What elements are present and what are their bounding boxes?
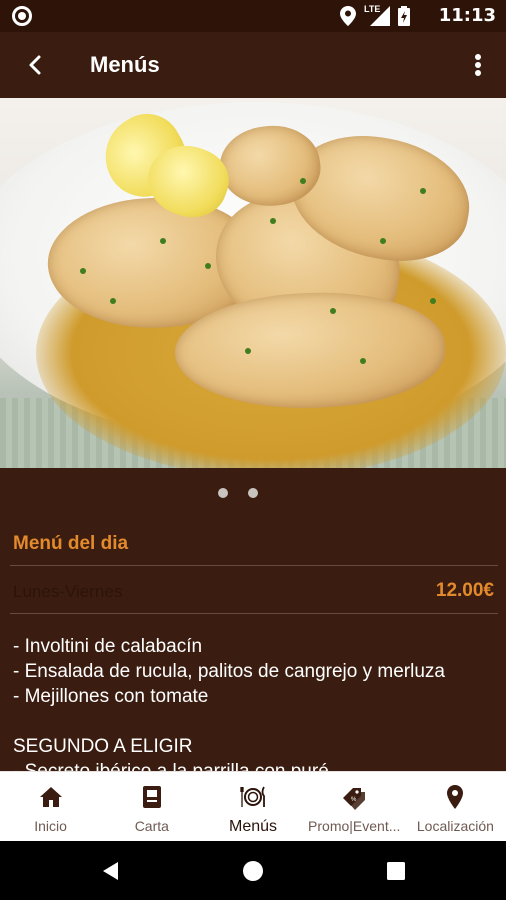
nav-item-inicio[interactable]: Inicio bbox=[0, 772, 101, 841]
tags-icon: % bbox=[343, 788, 366, 810]
menu-line: - Mejillones con tomate bbox=[13, 686, 209, 707]
nav-label: Promo|Event... bbox=[308, 818, 401, 834]
status-time: 11:13 bbox=[438, 5, 496, 26]
pager-dot-active[interactable] bbox=[278, 488, 288, 498]
overflow-menu-icon[interactable] bbox=[466, 50, 490, 80]
location-status-icon bbox=[340, 6, 356, 26]
pager-dot[interactable] bbox=[218, 488, 228, 498]
nav-item-menus[interactable]: Menús bbox=[202, 772, 303, 841]
status-icons: LTE bbox=[340, 4, 410, 26]
system-recents-icon[interactable] bbox=[385, 860, 407, 882]
nav-label: Menús bbox=[228, 818, 278, 835]
page-title: Menús bbox=[90, 52, 160, 77]
nav-item-localizacion[interactable]: Localización bbox=[405, 772, 506, 841]
menu-price: 12.00€ bbox=[435, 580, 494, 601]
menu-title: Menú del dia bbox=[13, 533, 129, 554]
menu-photo-carousel[interactable] bbox=[0, 98, 506, 468]
divider bbox=[10, 613, 498, 614]
bottom-navigation: Inicio Carta Menús % Promo|Event... Loca… bbox=[0, 771, 506, 841]
menu-line: - Involtini de calabacín bbox=[13, 636, 203, 657]
system-navigation-bar bbox=[0, 841, 506, 900]
home-icon bbox=[39, 787, 62, 807]
system-back-icon[interactable] bbox=[100, 860, 122, 882]
location-pin-icon bbox=[447, 785, 464, 809]
menu-days: Lunes-Viernes bbox=[13, 582, 123, 601]
menu-line: SEGUNDO A ELIGIR bbox=[13, 736, 193, 757]
menu-description: - Involtini de calabacín - Ensalada de r… bbox=[13, 634, 499, 784]
nav-label: Carta bbox=[134, 818, 169, 834]
signal-icon: LTE bbox=[364, 4, 390, 26]
menu-line-blank bbox=[13, 709, 499, 734]
plate-cutlery-icon bbox=[240, 786, 265, 807]
menu-line: - Ensalada de rucula, palitos de cangrej… bbox=[13, 661, 445, 682]
system-home-icon[interactable] bbox=[242, 860, 264, 882]
nav-label: Localización bbox=[416, 818, 494, 834]
nav-item-promo-eventos[interactable]: % Promo|Event... bbox=[304, 772, 405, 841]
carousel-pager bbox=[0, 488, 506, 508]
divider bbox=[10, 565, 498, 566]
nav-label: Inicio bbox=[34, 818, 67, 834]
book-icon bbox=[142, 786, 161, 808]
app-bar: Menús bbox=[0, 32, 506, 98]
back-arrow-icon[interactable] bbox=[22, 51, 50, 79]
pager-dot[interactable] bbox=[248, 488, 258, 498]
screen-record-icon bbox=[12, 6, 32, 26]
svg-text:%: % bbox=[351, 797, 357, 803]
nav-item-carta[interactable]: Carta bbox=[101, 772, 202, 841]
battery-icon bbox=[398, 6, 410, 26]
status-bar: LTE 11:13 bbox=[0, 0, 506, 32]
